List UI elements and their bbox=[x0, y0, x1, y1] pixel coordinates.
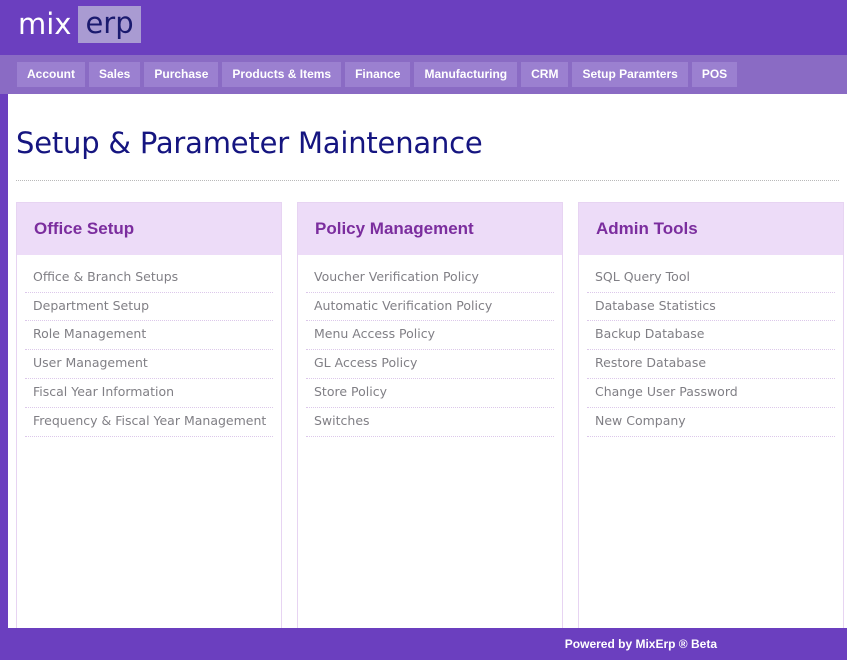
link-frequency-fiscal-year-management[interactable]: Frequency & Fiscal Year Management bbox=[25, 408, 273, 436]
logo-text-erp: erp bbox=[78, 6, 141, 43]
panel-admin-tools: Admin Tools SQL Query Tool Database Statis… bbox=[578, 201, 844, 641]
list-item: Database Statistics bbox=[587, 293, 835, 322]
app-footer: Powered by MixErp ® Beta bbox=[0, 628, 847, 660]
page-title: Setup & Parameter Maintenance bbox=[16, 126, 483, 161]
nav-tab-setup-paramters[interactable]: Setup Paramters bbox=[572, 62, 688, 87]
nav-tab-pos[interactable]: POS bbox=[691, 62, 738, 87]
nav-tab-sales[interactable]: Sales bbox=[89, 62, 141, 87]
link-office-branch-setups[interactable]: Office & Branch Setups bbox=[25, 264, 273, 292]
link-new-company[interactable]: New Company bbox=[587, 408, 835, 436]
list-item: Switches bbox=[306, 408, 554, 437]
panel-header-admin-tools: Admin Tools bbox=[579, 202, 843, 255]
link-backup-database[interactable]: Backup Database bbox=[587, 321, 835, 349]
link-restore-database[interactable]: Restore Database bbox=[587, 350, 835, 378]
panel-list-office-setup: Office & Branch Setups Department Setup Ro… bbox=[17, 255, 281, 437]
app-header: mix erp bbox=[0, 0, 847, 55]
logo-text-mix: mix bbox=[18, 7, 72, 41]
footer-text: Powered by MixErp ® Beta bbox=[564, 637, 717, 651]
link-department-setup[interactable]: Department Setup bbox=[25, 293, 273, 321]
nav-tab-purchase[interactable]: Purchase bbox=[144, 62, 219, 87]
list-item: Department Setup bbox=[25, 293, 273, 322]
panel-title-admin-tools: Admin Tools bbox=[596, 218, 698, 238]
list-item: Backup Database bbox=[587, 321, 835, 351]
list-item: New Company bbox=[587, 408, 835, 437]
link-role-management[interactable]: Role Management bbox=[25, 321, 273, 349]
list-item: Menu Access Policy bbox=[306, 321, 554, 351]
link-switches[interactable]: Switches bbox=[306, 408, 554, 436]
list-item: SQL Query Tool bbox=[587, 264, 835, 293]
nav-tab-manufacturing[interactable]: Manufacturing bbox=[414, 62, 518, 87]
panel-list-admin-tools: SQL Query Tool Database Statistics Backup … bbox=[579, 255, 843, 437]
list-item: GL Access Policy bbox=[306, 350, 554, 380]
list-item: Restore Database bbox=[587, 350, 835, 380]
main-navigation-bar: Account Sales Purchase Products & Items Fina… bbox=[0, 55, 847, 94]
nav-tab-products-items[interactable]: Products & Items bbox=[222, 62, 342, 87]
link-store-policy[interactable]: Store Policy bbox=[306, 379, 554, 407]
panel-header-policy-management: Policy Management bbox=[298, 202, 562, 255]
panel-header-office-setup: Office Setup bbox=[17, 202, 281, 255]
list-item: Office & Branch Setups bbox=[25, 264, 273, 293]
link-sql-query-tool[interactable]: SQL Query Tool bbox=[587, 264, 835, 292]
list-item: Role Management bbox=[25, 321, 273, 351]
panel-title-office-setup: Office Setup bbox=[34, 218, 135, 238]
list-item: Frequency & Fiscal Year Management bbox=[25, 408, 273, 437]
list-item: User Management bbox=[25, 350, 273, 380]
panel-container: Office Setup Office & Branch Setups Depart… bbox=[8, 181, 847, 641]
link-gl-access-policy[interactable]: GL Access Policy bbox=[306, 350, 554, 378]
panel-list-policy-management: Voucher Verification Policy Automatic Ver… bbox=[298, 255, 562, 437]
panel-office-setup: Office Setup Office & Branch Setups Depart… bbox=[16, 201, 282, 641]
link-automatic-verification-policy[interactable]: Automatic Verification Policy bbox=[306, 293, 554, 321]
app-logo[interactable]: mix erp bbox=[18, 6, 141, 43]
link-voucher-verification-policy[interactable]: Voucher Verification Policy bbox=[306, 264, 554, 292]
panel-policy-management: Policy Management Voucher Verification Po… bbox=[297, 201, 563, 641]
link-menu-access-policy[interactable]: Menu Access Policy bbox=[306, 321, 554, 349]
link-change-user-password[interactable]: Change User Password bbox=[587, 379, 835, 407]
content-area: Setup & Parameter Maintenance Office Set… bbox=[0, 94, 847, 641]
panel-title-policy-management: Policy Management bbox=[315, 218, 474, 238]
list-item: Fiscal Year Information bbox=[25, 379, 273, 409]
list-item: Voucher Verification Policy bbox=[306, 264, 554, 293]
link-user-management[interactable]: User Management bbox=[25, 350, 273, 378]
list-item: Store Policy bbox=[306, 379, 554, 409]
list-item: Automatic Verification Policy bbox=[306, 293, 554, 322]
nav-tab-crm[interactable]: CRM bbox=[521, 62, 569, 87]
nav-tab-account[interactable]: Account bbox=[17, 62, 85, 87]
list-item: Change User Password bbox=[587, 379, 835, 409]
link-fiscal-year-information[interactable]: Fiscal Year Information bbox=[25, 379, 273, 407]
link-database-statistics[interactable]: Database Statistics bbox=[587, 293, 835, 321]
nav-tab-finance[interactable]: Finance bbox=[345, 62, 411, 87]
